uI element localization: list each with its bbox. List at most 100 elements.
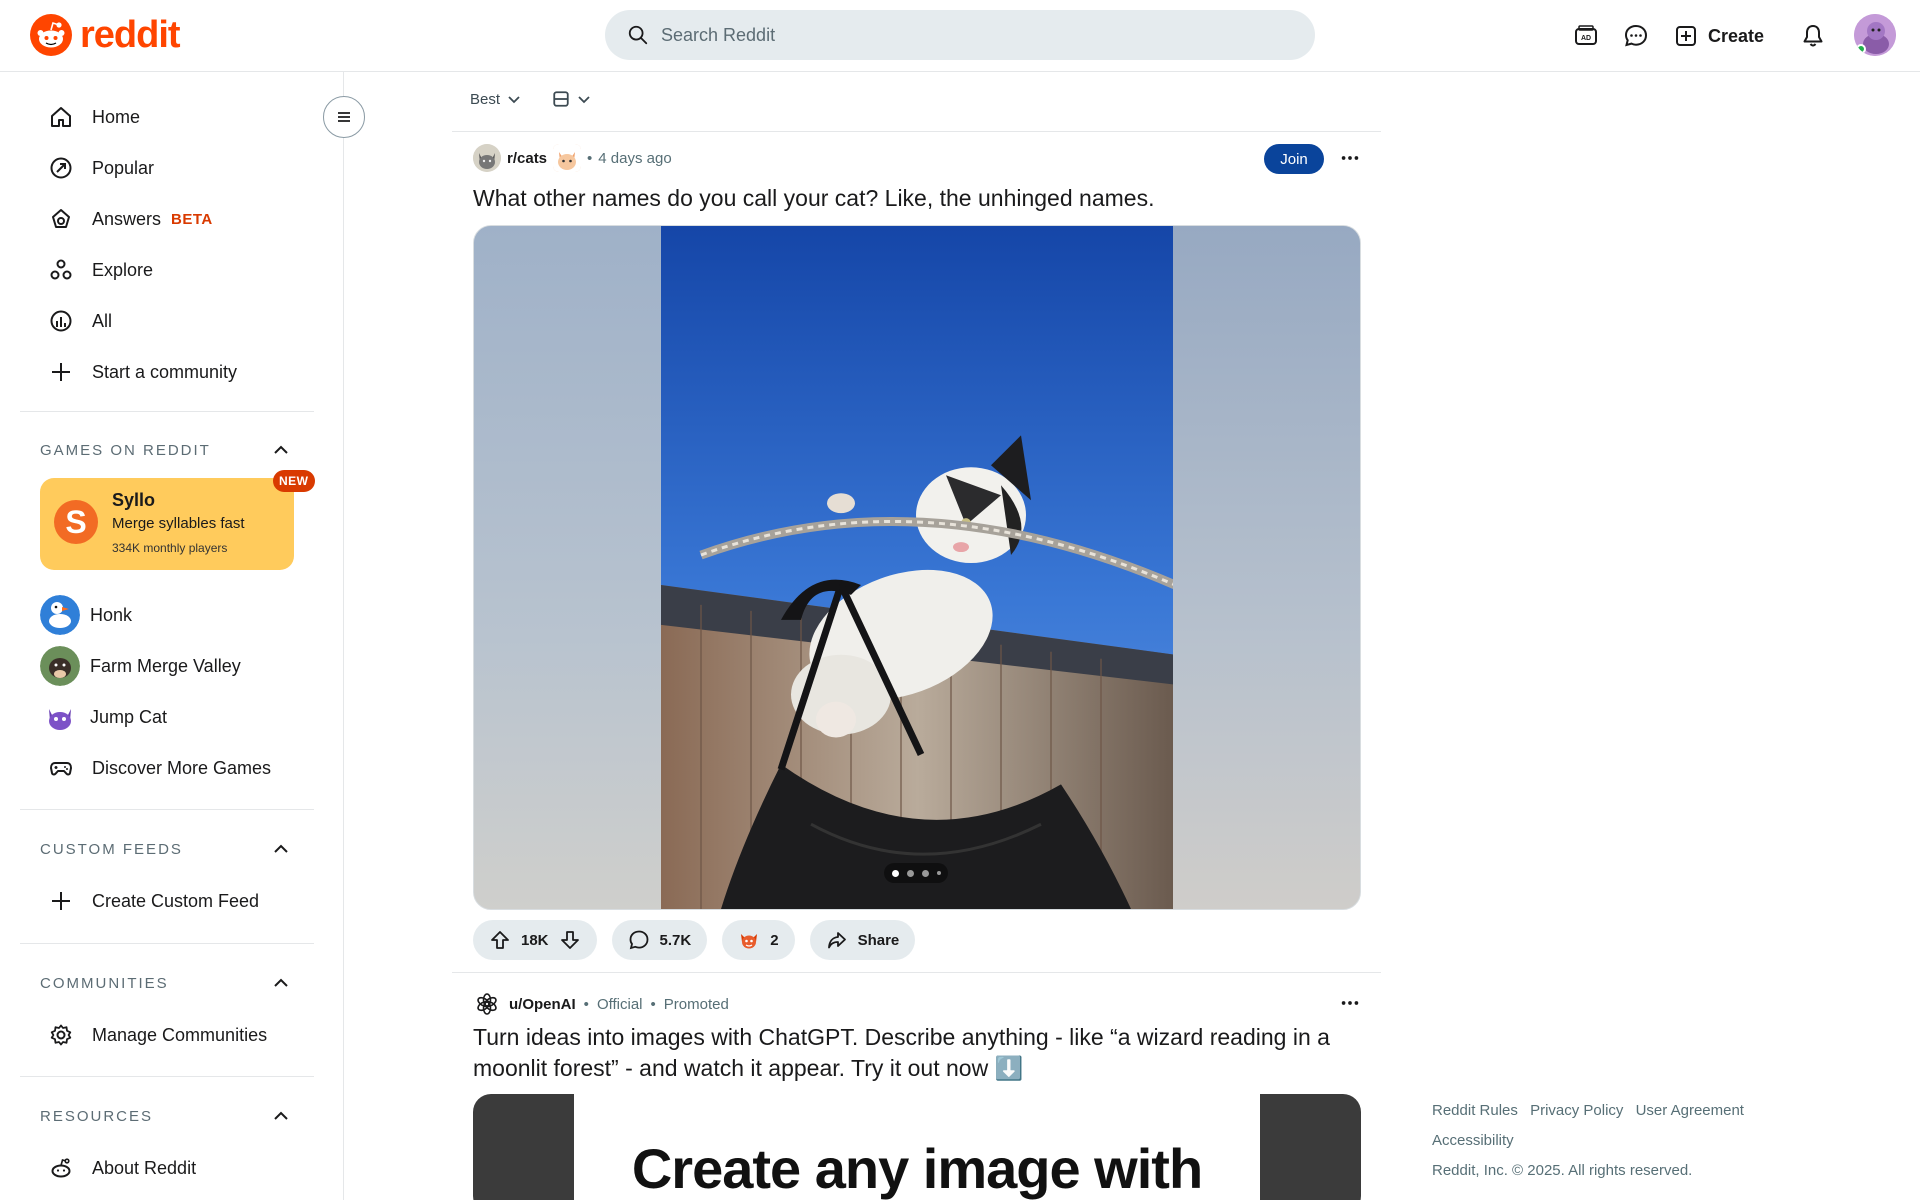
reddit-logo[interactable]: reddit	[30, 14, 181, 56]
promoted-image[interactable]: Create any image with	[473, 1094, 1361, 1200]
nav-all[interactable]: All	[48, 306, 112, 336]
vote-control: 18K	[473, 920, 597, 960]
game-title: Syllo	[112, 490, 156, 510]
chevron-up-icon	[274, 844, 288, 853]
openai-logo-icon[interactable]	[473, 990, 501, 1018]
footer-link-privacy[interactable]: Privacy Policy	[1530, 1102, 1623, 1119]
promoted-post-title[interactable]: Turn ideas into images with ChatGPT. Des…	[473, 1022, 1363, 1084]
chat-icon[interactable]	[1620, 20, 1652, 52]
logo-text: reddit	[80, 14, 181, 56]
chevron-down-icon	[578, 96, 590, 104]
sort-label: Best	[470, 90, 501, 108]
reddit-snoo-icon	[30, 14, 72, 56]
card-view-icon	[553, 91, 569, 107]
post-title[interactable]: What other names do you call your cat? L…	[473, 183, 1154, 214]
official-label: Official	[596, 995, 643, 1013]
games-section-header[interactable]: GAMES ON REDDIT	[40, 441, 290, 459]
award-button[interactable]: 2	[722, 920, 795, 960]
custom-feeds-heading: CUSTOM FEEDS	[40, 840, 183, 858]
home-icon	[48, 104, 74, 130]
chevron-down-icon	[508, 96, 520, 104]
sidebar-divider	[20, 809, 314, 810]
post-options-button[interactable]	[1334, 142, 1366, 174]
gallery-dot	[921, 869, 929, 877]
resources-heading: RESOURCES	[40, 1107, 154, 1125]
about-reddit[interactable]: About Reddit	[48, 1153, 196, 1183]
join-button[interactable]: Join	[1264, 144, 1324, 174]
subreddit-avatar[interactable]	[473, 144, 501, 172]
advertise-icon[interactable]: AD	[1570, 20, 1602, 52]
nav-popular[interactable]: Popular	[48, 153, 154, 183]
comment-icon	[629, 930, 648, 950]
search-input[interactable]	[661, 24, 1261, 46]
game-item-jump-cat[interactable]: Jump Cat	[40, 697, 167, 737]
gear-icon	[48, 1022, 74, 1048]
footer-link-accessibility[interactable]: Accessibility	[1432, 1132, 1514, 1149]
gallery-dot	[906, 869, 914, 877]
nav-answers[interactable]: Answers BETA	[48, 204, 213, 234]
nav-home[interactable]: Home	[48, 102, 140, 132]
gallery-pagination	[884, 863, 948, 883]
footer-links-row: Accessibility	[1432, 1126, 1792, 1156]
create-custom-feed-label: Create Custom Feed	[92, 890, 260, 911]
manage-communities[interactable]: Manage Communities	[48, 1020, 267, 1050]
upvote-icon[interactable]	[489, 929, 511, 951]
create-icon	[1676, 26, 1696, 46]
collapse-sidebar-button[interactable]	[323, 96, 365, 138]
promoted-post-options-button[interactable]	[1334, 987, 1366, 1019]
nav-answers-label: Answers	[92, 208, 162, 229]
meta-separator: •	[587, 149, 593, 167]
sidebar-divider	[20, 411, 314, 412]
game-item-discover-more[interactable]: Discover More Games	[48, 753, 271, 783]
footer-link-user-agreement[interactable]: User Agreement	[1636, 1102, 1744, 1119]
comment-count: 5.7K	[659, 931, 692, 949]
subreddit-name[interactable]: r/cats	[507, 150, 547, 167]
explore-icon	[48, 257, 74, 283]
cat-on-clothesline-photo	[661, 226, 1175, 909]
online-indicator	[1856, 44, 1866, 54]
post-time: 4 days ago	[598, 149, 672, 167]
custom-feeds-section-header[interactable]: CUSTOM FEEDS	[40, 840, 290, 858]
user-avatar[interactable]	[1854, 14, 1896, 56]
game-item-honk[interactable]: Honk	[40, 595, 132, 635]
game-subtitle: Merge syllables fast	[112, 515, 245, 532]
gallery-dot	[936, 871, 941, 875]
comments-button[interactable]: 5.7K	[611, 920, 708, 960]
communities-section-header[interactable]: COMMUNITIES	[40, 974, 290, 992]
post-meta: r/cats • 4 days ago	[473, 144, 672, 172]
game-item-farm-merge-valley[interactable]: Farm Merge Valley	[40, 646, 241, 686]
view-dropdown[interactable]	[552, 90, 592, 108]
games-heading: GAMES ON REDDIT	[40, 441, 211, 459]
reddit-alien-icon	[48, 1155, 74, 1181]
footer-copyright: Reddit, Inc. © 2025. All rights reserved…	[1432, 1162, 1693, 1179]
nav-explore[interactable]: Explore	[48, 255, 153, 285]
nav-start-community[interactable]: Start a community	[48, 357, 237, 387]
new-badge: NEW	[273, 470, 315, 492]
notification-icon[interactable]	[1797, 20, 1829, 52]
promoted-user[interactable]: u/OpenAI	[509, 996, 576, 1013]
promo-image-text: Create any image with	[631, 1137, 1203, 1200]
nav-home-label: Home	[92, 106, 141, 127]
syllo-logo: S	[54, 500, 98, 544]
site-footer: Reddit Rules Privacy Policy User Agreeme…	[1432, 1096, 1792, 1186]
promoted-post-meta: u/OpenAI • Official • Promoted	[473, 990, 729, 1018]
sort-dropdown[interactable]: Best	[470, 91, 522, 108]
top-header: reddit AD Create	[0, 0, 1920, 72]
post-image-gallery[interactable]	[473, 225, 1361, 910]
beta-badge: BETA	[171, 210, 213, 228]
downvote-icon[interactable]	[559, 929, 581, 951]
search-icon	[628, 25, 648, 45]
footer-link-rules[interactable]: Reddit Rules	[1432, 1102, 1518, 1119]
chevron-up-icon	[274, 978, 288, 987]
create-custom-feed[interactable]: Create Custom Feed	[48, 886, 259, 916]
farm-merge-avatar-icon	[40, 646, 80, 686]
upvote-count: 18K	[521, 931, 549, 949]
search-bar[interactable]	[605, 10, 1315, 60]
share-button[interactable]: Share	[809, 920, 916, 960]
nav-explore-label: Explore	[92, 259, 154, 280]
chevron-up-icon	[274, 445, 288, 454]
about-reddit-label: About Reddit	[92, 1157, 197, 1178]
resources-section-header[interactable]: RESOURCES	[40, 1107, 290, 1125]
create-button[interactable]: Create	[1674, 18, 1764, 54]
featured-game-card[interactable]: S Syllo Merge syllables fast 334K monthl…	[40, 478, 294, 570]
